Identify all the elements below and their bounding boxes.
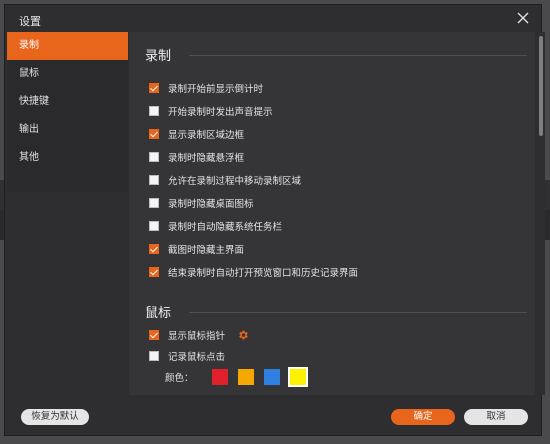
gear-icon[interactable]: [237, 329, 249, 341]
option-label: 结束录制时自动打开预览窗口和历史记录界面: [168, 268, 359, 279]
close-icon[interactable]: [515, 10, 531, 26]
option-hide-main-on-screenshot[interactable]: 截图时隐藏主界面: [149, 242, 244, 256]
content-scrollbar[interactable]: [537, 32, 545, 395]
dialog-footer: 恢复为默认 确定 取消: [5, 398, 541, 435]
reset-default-button[interactable]: 恢复为默认: [21, 409, 89, 425]
option-show-border[interactable]: 显示录制区域边框: [149, 127, 244, 141]
color-swatch-blue[interactable]: [263, 369, 280, 385]
section-title-recording: 录制: [145, 49, 172, 64]
option-hide-desktop-icons[interactable]: 录制时隐藏桌面图标: [149, 196, 254, 210]
section-divider: [189, 312, 527, 313]
hide-desktop-icons-checkbox[interactable]: [149, 198, 159, 208]
scrollbar-thumb[interactable]: [539, 36, 543, 136]
show-cursor-checkbox[interactable]: [149, 330, 159, 340]
option-label: 录制时自动隐藏系统任务栏: [168, 222, 283, 233]
sidebar-item-other[interactable]: 其他: [7, 144, 128, 172]
option-hide-taskbar[interactable]: 录制时自动隐藏系统任务栏: [149, 219, 282, 233]
section-divider: [189, 55, 527, 56]
settings-content: 录制 录制开始前显示倒计时 开始录制时发出声音提示 显示录制区域边框 录制时隐藏…: [129, 32, 535, 395]
sound-prompt-checkbox[interactable]: [149, 106, 159, 116]
option-label: 允许在录制过程中移动录制区域: [168, 176, 302, 187]
option-sound-prompt[interactable]: 开始录制时发出声音提示: [149, 104, 273, 118]
option-label: 显示鼠标指针: [168, 331, 226, 342]
move-area-checkbox[interactable]: [149, 175, 159, 185]
option-countdown[interactable]: 录制开始前显示倒计时: [149, 81, 263, 95]
section-title-mouse: 鼠标: [145, 306, 172, 321]
dialog-titlebar: 设置: [5, 5, 541, 32]
settings-sidebar: 录制 鼠标 快捷键 输出 其他: [7, 32, 128, 192]
record-clicks-checkbox[interactable]: [149, 351, 159, 361]
sidebar-item-hotkeys[interactable]: 快捷键: [7, 88, 128, 116]
color-swatch-orange[interactable]: [237, 369, 254, 385]
color-swatch-yellow[interactable]: [287, 367, 308, 387]
hide-taskbar-checkbox[interactable]: [149, 221, 159, 231]
option-label: 显示录制区域边框: [168, 130, 245, 141]
settings-dialog: 设置 录制 鼠标 快捷键 输出 其他 录制 录制开始前显示倒计时 开始录制时发出…: [4, 4, 545, 436]
color-swatch-red[interactable]: [211, 369, 228, 385]
dialog-title: 设置: [19, 15, 41, 28]
sidebar-item-recording[interactable]: 录制: [7, 32, 128, 60]
sidebar-item-output[interactable]: 输出: [7, 116, 128, 144]
show-border-checkbox[interactable]: [149, 129, 159, 139]
cancel-button[interactable]: 取消: [464, 409, 528, 425]
option-record-clicks[interactable]: 记录鼠标点击: [149, 349, 225, 363]
ok-button[interactable]: 确定: [391, 409, 455, 425]
option-label: 截图时隐藏主界面: [168, 245, 245, 256]
color-picker-row: 颜色：: [165, 367, 308, 387]
option-hide-float[interactable]: 录制时隐藏悬浮框: [149, 150, 244, 164]
hide-float-checkbox[interactable]: [149, 152, 159, 162]
option-label: 开始录制时发出声音提示: [168, 107, 273, 118]
color-label: 颜色：: [165, 373, 194, 384]
option-label: 录制时隐藏悬浮框: [168, 153, 245, 164]
option-label: 录制时隐藏桌面图标: [168, 199, 254, 210]
option-move-area[interactable]: 允许在录制过程中移动录制区域: [149, 173, 301, 187]
option-open-preview[interactable]: 结束录制时自动打开预览窗口和历史记录界面: [149, 265, 358, 279]
option-label: 录制开始前显示倒计时: [168, 84, 264, 95]
option-show-cursor[interactable]: 显示鼠标指针: [149, 328, 249, 342]
countdown-checkbox[interactable]: [149, 83, 159, 93]
hide-main-checkbox[interactable]: [149, 244, 159, 254]
open-preview-checkbox[interactable]: [149, 267, 159, 277]
sidebar-item-mouse[interactable]: 鼠标: [7, 60, 128, 88]
option-label: 记录鼠标点击: [168, 352, 226, 363]
